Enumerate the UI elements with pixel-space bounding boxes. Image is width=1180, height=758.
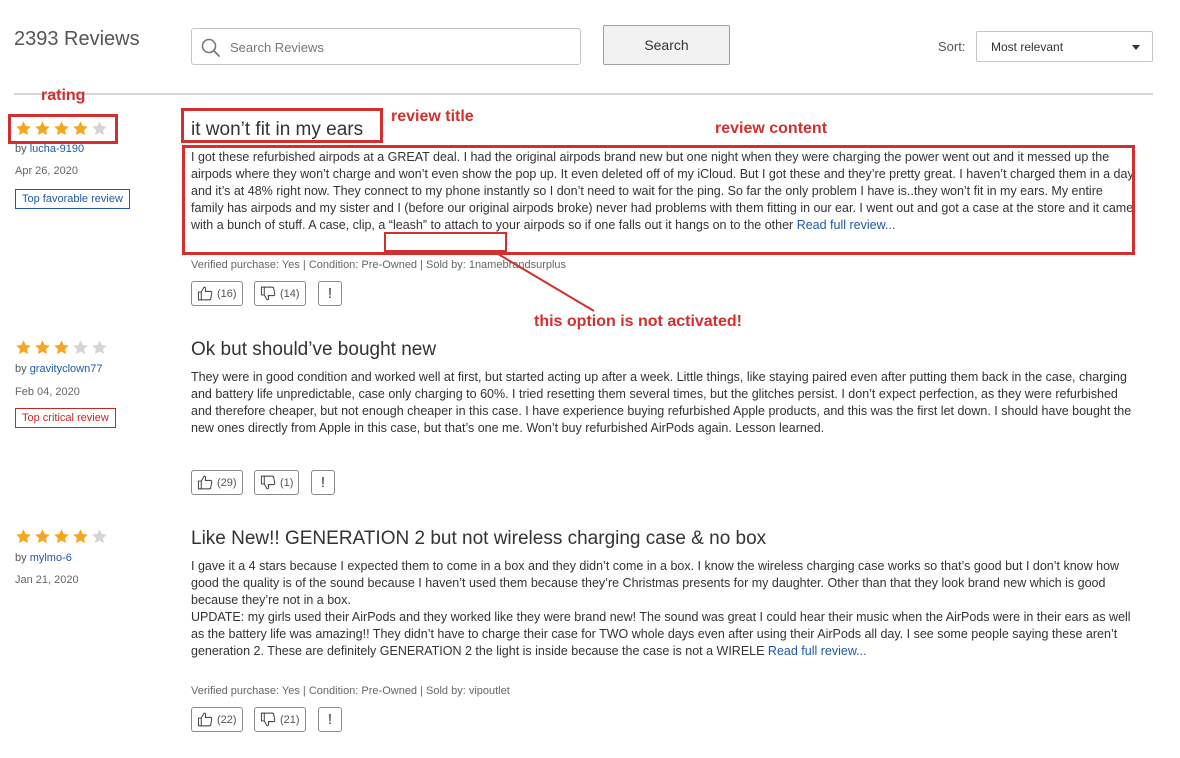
annotation-not-activated-label: this option is not activated! — [534, 313, 743, 330]
annotation-arrow — [492, 250, 595, 312]
